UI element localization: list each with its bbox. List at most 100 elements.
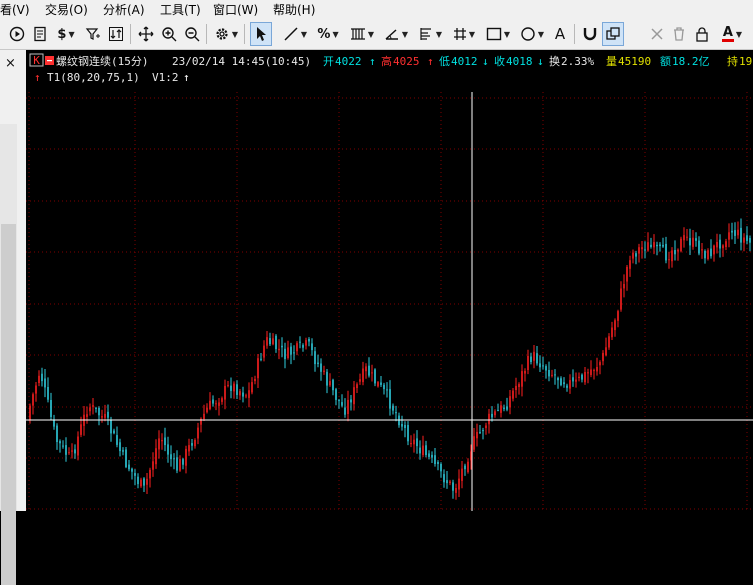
candle-body [491,413,493,418]
candle-body [602,352,604,362]
menu-analysis[interactable]: 分析(A) [103,1,145,18]
menu-tools[interactable]: 工具(T) [160,1,201,18]
fib-lines-icon[interactable]: ▼ [415,22,445,46]
font-color-glyph: A [722,25,733,40]
menu-trade[interactable]: 交易(O) [45,1,88,18]
trash-icon[interactable] [669,22,689,46]
arrow-pointer-icon[interactable] [250,22,272,46]
candle-body [485,425,487,429]
candle-body [161,440,163,442]
candle-body [173,458,175,460]
close-arrow-icon: ↓ [537,55,544,68]
candle-body [65,445,67,455]
candle-body [176,457,178,471]
candle-body [743,237,745,243]
chart-tag: K [33,54,40,67]
candle-body [707,250,709,259]
candle-body [722,245,724,249]
copy-layers-icon[interactable] [602,22,624,46]
candle-body [701,249,703,251]
candle-body [407,425,409,442]
volume-label: 量 [606,55,617,68]
amount-label: 额 [660,55,671,68]
scrollbar[interactable] [0,124,17,585]
candle-body [128,464,130,470]
zoom-out-icon[interactable] [182,22,202,46]
volume-value: 45190 [618,55,651,68]
candle-body [536,353,538,364]
candle-body [614,320,616,331]
candle-body [392,405,394,411]
grid-hash-icon[interactable]: ▼ [449,22,479,46]
text-tool-icon[interactable]: A [550,22,570,46]
settings-gear-icon[interactable]: ▼ [212,22,240,46]
high-value: 4025 [393,55,420,68]
candle-body [539,363,541,368]
dollar-icon[interactable]: $ ▼ [54,22,78,46]
candle-body [230,385,232,391]
candle-body [620,288,622,310]
candle-body [47,387,49,400]
candle-body [446,480,448,484]
candle-body [218,402,220,406]
angle-tool-icon[interactable]: ▼ [381,22,411,46]
chart-canvas[interactable]: K 螺纹钢连续(15分) 23/02/14 14:45(10:45) 开 402… [26,50,753,511]
swap-icon[interactable] [106,22,126,46]
candle-body [656,244,658,247]
candle-body [731,230,733,233]
candle-body [134,473,136,476]
candle-body [638,247,640,254]
candle-body [95,407,97,409]
play-circle-icon[interactable] [7,22,27,46]
candlestick-chart[interactable]: K 螺纹钢连续(15分) 23/02/14 14:45(10:45) 开 402… [26,50,753,511]
menu-view[interactable]: 看(V) [0,1,30,18]
candle-body [71,450,73,452]
candle-body [632,252,634,259]
candle-body [317,362,319,364]
hold-label: 持 [727,54,738,68]
zoom-in-icon[interactable] [159,22,179,46]
close-icon[interactable]: × [5,56,16,71]
candle-body [581,374,583,380]
notepad-icon[interactable] [30,22,50,46]
percent-tool-icon[interactable]: % ▼ [313,22,343,46]
scrollbar-thumb[interactable] [1,224,16,585]
candle-body [740,227,742,243]
hold-value: 19 [739,55,752,68]
font-color-icon[interactable]: A ▼ [714,22,750,46]
candle-body [734,230,736,236]
candle-body [623,284,625,289]
candle-body [311,343,313,351]
candle-body [137,476,139,485]
rectangle-tool-icon[interactable]: ▼ [483,22,513,46]
filter-icon[interactable] [83,22,103,46]
bar-tool-icon[interactable]: ▼ [347,22,377,46]
candle-body [77,436,79,456]
candle-body [350,399,352,403]
candle-body [263,345,265,358]
candle-body [338,400,340,402]
delete-icon[interactable] [647,22,667,46]
candle-body [212,399,214,404]
text-tool-glyph: A [554,25,566,43]
indicator-arrow-icon: ↑ [34,71,41,84]
percent-glyph: % [317,26,331,42]
candle-body [443,474,445,483]
menu-help[interactable]: 帮助(H) [273,1,315,18]
candle-body [98,408,100,416]
line-tool-icon[interactable]: ▼ [280,22,310,46]
candle-body [482,430,484,432]
open-arrow-icon: ↑ [369,55,376,68]
candle-body [404,425,406,428]
candle-body [542,365,544,367]
indicator-value: V1:2 [152,71,179,84]
low-arrow-icon: ↓ [482,55,489,68]
magnet-icon[interactable] [580,22,600,46]
candle-body [527,356,529,370]
lock-icon[interactable] [692,22,712,46]
candle-body [680,238,682,252]
menu-window[interactable]: 窗口(W) [213,1,258,18]
ellipse-tool-icon[interactable]: ▼ [517,22,547,46]
move-icon[interactable] [136,22,156,46]
candle-body [50,400,52,417]
